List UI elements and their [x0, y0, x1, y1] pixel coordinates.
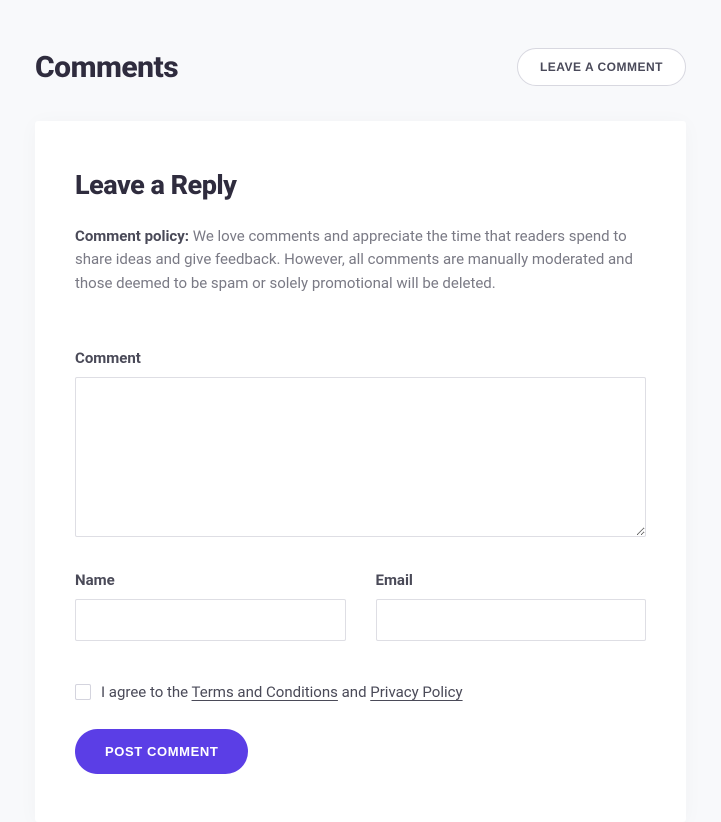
email-label: Email	[376, 571, 647, 589]
name-field-wrapper: Name	[75, 571, 346, 641]
privacy-link[interactable]: Privacy Policy	[370, 683, 462, 701]
post-comment-button[interactable]: POST COMMENT	[75, 729, 248, 774]
agree-row: I agree to the Terms and Conditions and …	[75, 683, 646, 701]
name-input[interactable]	[75, 599, 346, 641]
terms-link[interactable]: Terms and Conditions	[192, 683, 338, 701]
email-input[interactable]	[376, 599, 647, 641]
policy-label: Comment policy:	[75, 227, 189, 245]
page-title: Comments	[35, 50, 178, 85]
name-email-row: Name Email	[75, 571, 646, 641]
reply-title: Leave a Reply	[75, 169, 646, 201]
agree-checkbox[interactable]	[75, 684, 91, 700]
name-label: Name	[75, 571, 346, 589]
agree-text: I agree to the Terms and Conditions and …	[101, 683, 463, 701]
comment-policy: Comment policy: We love comments and app…	[75, 225, 646, 295]
agree-mid: and	[338, 683, 370, 701]
leave-comment-button[interactable]: LEAVE A COMMENT	[517, 48, 686, 86]
comment-label: Comment	[75, 349, 646, 367]
reply-card: Leave a Reply Comment policy: We love co…	[35, 121, 686, 822]
email-field-wrapper: Email	[376, 571, 647, 641]
agree-prefix: I agree to the	[101, 683, 192, 701]
comment-textarea[interactable]	[75, 377, 646, 537]
comments-header: Comments LEAVE A COMMENT	[0, 0, 721, 121]
